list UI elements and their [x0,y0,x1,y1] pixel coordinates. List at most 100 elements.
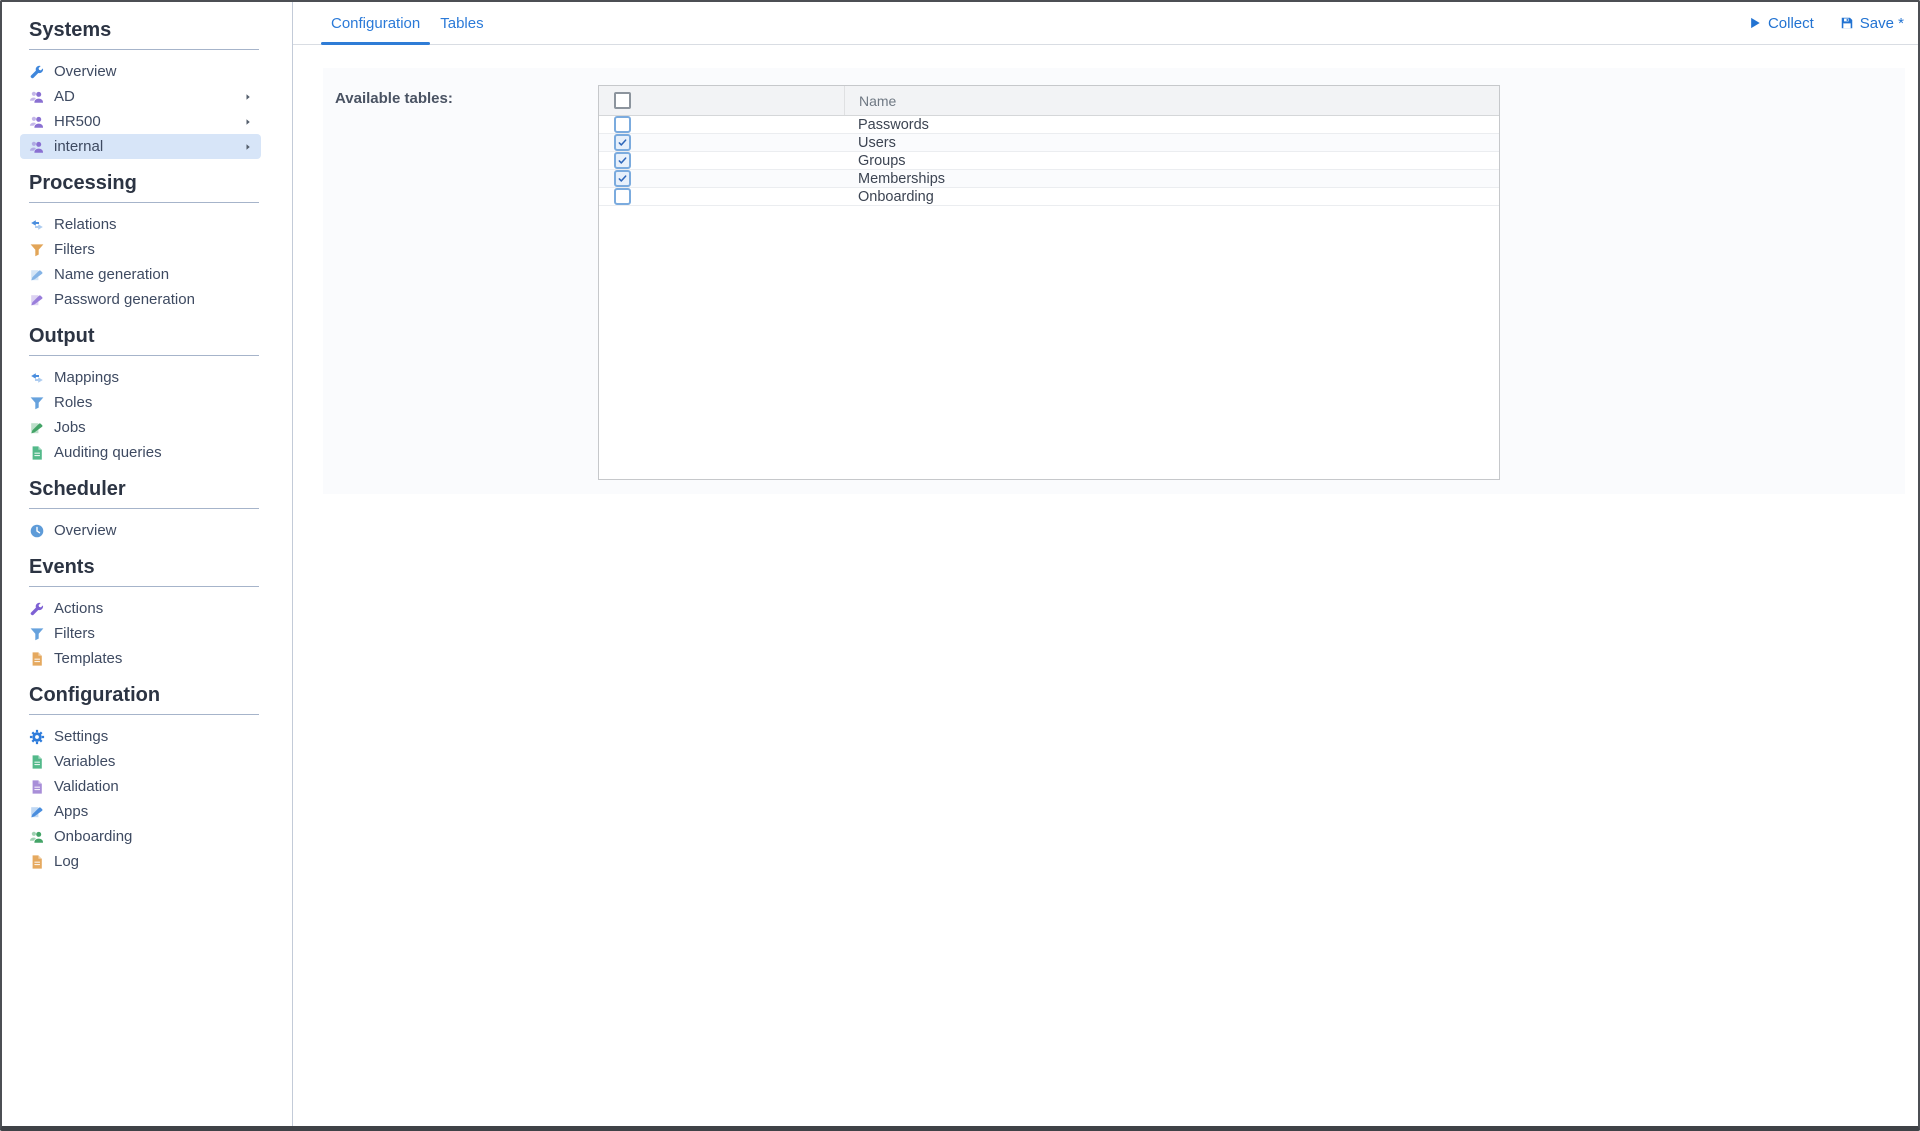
sidebar-item-label: HR500 [54,113,243,130]
table-row[interactable]: Onboarding [599,188,1499,206]
sidebar-item-validation[interactable]: Validation [20,774,261,799]
sidebar-item-overview[interactable]: Overview [20,518,261,543]
toolbar: Collect Save * [1748,2,1904,44]
section-title: Scheduler [29,476,265,502]
section-items: Mappings Roles Jobs Auditing queries [20,365,261,465]
sidebar-item-settings[interactable]: Settings [20,724,261,749]
save-icon [1840,16,1854,30]
sidebar-item-label: Log [54,853,243,870]
row-checkbox[interactable] [614,134,631,151]
gear-icon [29,729,45,745]
table-row[interactable]: Groups [599,152,1499,170]
sidebar-item-password-generation[interactable]: Password generation [20,287,261,312]
section-title: Events [29,554,265,580]
sidebar-item-filters[interactable]: Filters [20,237,261,262]
table-row[interactable]: Passwords [599,116,1499,134]
sidebar-item-hr500[interactable]: HR500 [20,109,261,134]
row-checkbox[interactable] [614,116,631,133]
play-icon [1748,16,1762,30]
collect-button-label: Collect [1768,15,1814,32]
sidebar-item-auditing-queries[interactable]: Auditing queries [20,440,261,465]
sidebar-item-jobs[interactable]: Jobs [20,415,261,440]
pencil-icon [29,292,45,308]
doc-icon [29,651,45,667]
table-row[interactable]: Memberships [599,170,1499,188]
row-checkbox-cell [599,116,844,133]
sidebar-item-label: internal [54,138,243,155]
header-checkbox-cell [599,86,844,115]
sidebar-item-roles[interactable]: Roles [20,390,261,415]
sidebar-item-label: Overview [54,63,243,80]
sidebar-item-mappings[interactable]: Mappings [20,365,261,390]
row-name-cell: Memberships [844,170,1499,187]
sidebar-item-name-generation[interactable]: Name generation [20,262,261,287]
pencil-icon [29,804,45,820]
sidebar-item-label: Roles [54,394,243,411]
row-name-cell: Passwords [844,116,1499,133]
row-name: Passwords [858,117,929,133]
collect-button[interactable]: Collect [1748,15,1814,32]
row-name-cell: Groups [844,152,1499,169]
doc-icon [29,445,45,461]
doc-icon [29,854,45,870]
sidebar-item-actions[interactable]: Actions [20,596,261,621]
row-checkbox[interactable] [614,152,631,169]
row-checkbox-cell [599,170,844,187]
funnel-icon [29,395,45,411]
sidebar-item-label: Onboarding [54,828,243,845]
chevron-right-icon [243,142,253,152]
section-items: Overview [20,518,261,543]
row-checkbox-cell [599,152,844,169]
row-name: Users [858,135,896,151]
table-row[interactable]: Users [599,134,1499,152]
section-title: Processing [29,170,265,196]
tab-bar: Configuration Tables Collect Save * [293,2,1918,45]
doc-icon [29,779,45,795]
sidebar-item-templates[interactable]: Templates [20,646,261,671]
name-column-header: Name [844,86,1499,115]
sidebar-item-overview[interactable]: Overview [20,59,261,84]
row-name: Memberships [858,171,945,187]
sidebar-item-label: Jobs [54,419,243,436]
sidebar-item-internal[interactable]: internal [20,134,261,159]
section-title: Configuration [29,682,265,708]
row-name-cell: Users [844,134,1499,151]
available-tables-table: Name Passwords Users [598,85,1500,480]
section-items: Actions Filters Templates [20,596,261,671]
arrows-icon [29,370,45,386]
section-divider [29,202,259,203]
funnel-icon [29,626,45,642]
tab-configuration[interactable]: Configuration [321,2,430,44]
tab-tables[interactable]: Tables [430,2,493,44]
sidebar-item-variables[interactable]: Variables [20,749,261,774]
users-icon [29,139,45,155]
sidebar-section: Output Mappings Roles Jobs Auditing quer… [2,323,292,465]
row-checkbox[interactable] [614,188,631,205]
sidebar-item-ad[interactable]: AD [20,84,261,109]
row-name: Groups [858,153,906,169]
section-items: Relations Filters Name generation Passwo… [20,212,261,312]
row-checkbox[interactable] [614,170,631,187]
sidebar-item-label: AD [54,88,243,105]
select-all-checkbox[interactable] [614,92,631,109]
sidebar-item-label: Relations [54,216,243,233]
sidebar-item-relations[interactable]: Relations [20,212,261,237]
sidebar-item-onboarding[interactable]: Onboarding [20,824,261,849]
main-area: Configuration Tables Collect Save * Avai… [293,2,1918,1126]
sidebar-item-filters[interactable]: Filters [20,621,261,646]
row-checkbox-cell [599,188,844,205]
section-title: Output [29,323,265,349]
save-button[interactable]: Save * [1840,15,1904,32]
sidebar-item-apps[interactable]: Apps [20,799,261,824]
sidebar-section: Configuration Settings Variables Validat… [2,682,292,874]
sidebar-item-label: Password generation [54,291,243,308]
tab-label: Configuration [331,15,420,32]
clock-icon [29,523,45,539]
sidebar-section: Events Actions Filters Templates [2,554,292,671]
sidebar-item-label: Filters [54,625,243,642]
sidebar-item-label: Templates [54,650,243,667]
sidebar-item-log[interactable]: Log [20,849,261,874]
doc-icon [29,754,45,770]
sidebar-item-label: Auditing queries [54,444,243,461]
sidebar-item-label: Filters [54,241,243,258]
